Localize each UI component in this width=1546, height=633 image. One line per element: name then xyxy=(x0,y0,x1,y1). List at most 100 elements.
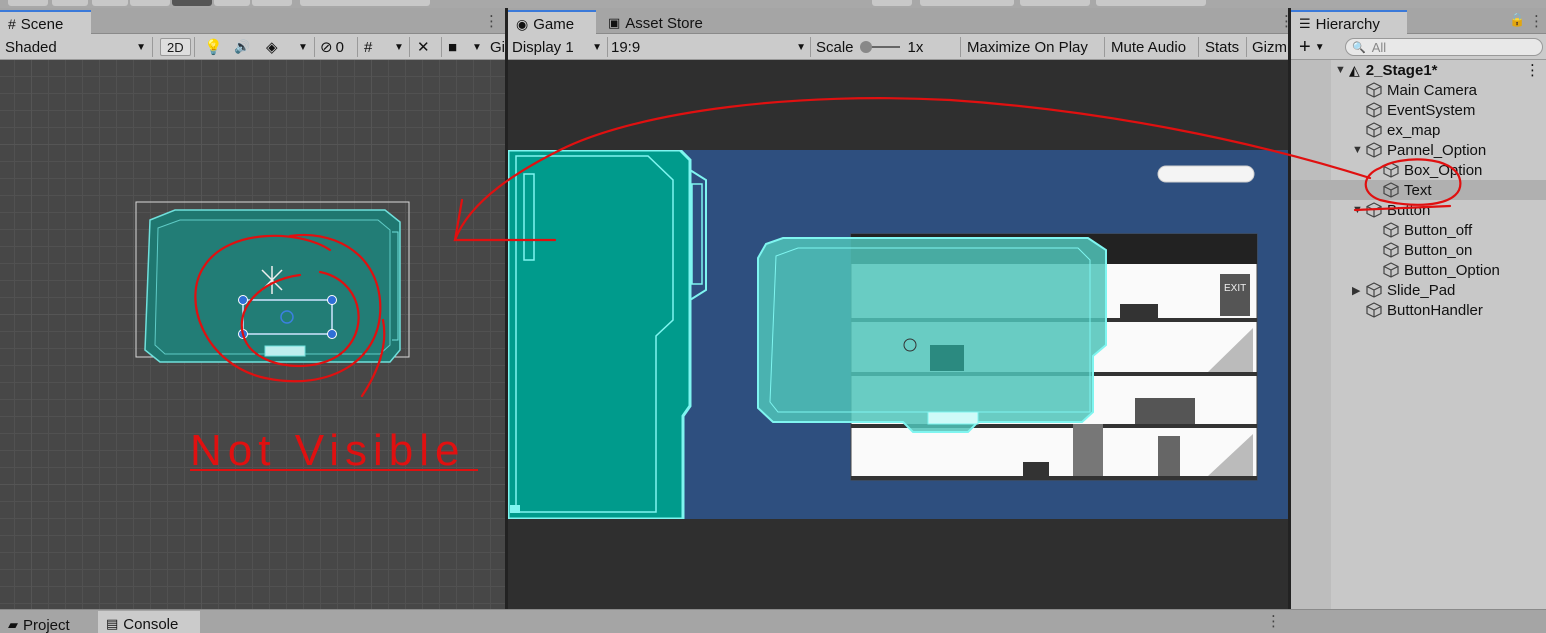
scene-menu-kebab[interactable]: ⋮ xyxy=(1525,61,1540,79)
hierarchy-item-label: EventSystem xyxy=(1387,101,1476,119)
toolbar-button[interactable] xyxy=(214,0,250,6)
camera-dropdown-icon[interactable]: ▼ xyxy=(472,34,482,60)
toolbar-button[interactable] xyxy=(920,0,1014,6)
hierarchy-tree: ▼ ◭ 2_Stage1* ⋮ Main Camera EventSystem … xyxy=(1291,60,1546,320)
grid-dropdown-icon[interactable]: ▼ xyxy=(394,34,404,60)
maximize-on-play-button[interactable]: Maximize On Play xyxy=(967,34,1088,60)
effects-dropdown-icon[interactable]: ▼ xyxy=(298,34,308,60)
list-icon: ☰ xyxy=(1299,16,1311,31)
collapse-arrow-icon[interactable]: ▶ xyxy=(1352,284,1360,297)
scene-gizmos-label: Gi xyxy=(490,38,505,56)
toolbar-button[interactable] xyxy=(52,0,88,6)
game-tab-bar: ◉ Game ▣ Asset Store ⋮ xyxy=(508,8,1294,34)
tab-scene[interactable]: # Scene xyxy=(0,10,91,34)
toolbar-button[interactable] xyxy=(130,0,170,6)
gamepad-icon: ◉ xyxy=(516,15,529,32)
scene-viewport[interactable] xyxy=(0,60,505,609)
tools-icon[interactable]: ✕ xyxy=(417,34,430,60)
toolbar-button[interactable] xyxy=(1096,0,1206,6)
tab-asset-store[interactable]: ▣ Asset Store xyxy=(600,10,720,34)
hierarchy-item-buttonhandler[interactable]: ButtonHandler xyxy=(1291,300,1546,320)
hierarchy-search-input[interactable]: 🔍 All xyxy=(1345,38,1543,56)
scene-root-row[interactable]: ▼ ◭ 2_Stage1* ⋮ xyxy=(1291,60,1546,80)
toolbar-button[interactable] xyxy=(92,0,128,6)
grid-icon: # xyxy=(8,16,16,32)
hierarchy-item-ex-map[interactable]: ex_map xyxy=(1291,120,1546,140)
hidden-objects-toggle[interactable]: ⊘ 0 xyxy=(320,34,344,60)
hierarchy-item-label: ButtonHandler xyxy=(1387,301,1483,319)
stats-label: Stats xyxy=(1205,38,1240,56)
audio-icon[interactable]: 🔊 xyxy=(234,34,250,60)
tab-console[interactable]: ▤ Console xyxy=(98,611,200,633)
display-label: Display 1 xyxy=(512,38,574,56)
tab-console-label: Console xyxy=(123,615,179,633)
gameobject-icon xyxy=(1383,242,1399,258)
gameobject-icon xyxy=(1366,82,1382,98)
gameobject-icon xyxy=(1366,202,1382,218)
camera-icon[interactable]: ■ xyxy=(448,34,457,60)
display-dropdown[interactable]: Display 1 ▼ xyxy=(512,34,606,60)
scene-menu-icon[interactable]: ⋮ xyxy=(484,12,499,30)
tab-project[interactable]: ▰ Project xyxy=(0,612,96,633)
eye-slash-icon: ⊘ xyxy=(320,39,333,56)
toolbar-button[interactable] xyxy=(872,0,912,6)
hierarchy-item-label: Text xyxy=(1404,181,1432,199)
hierarchy-item-button-option[interactable]: Button_Option xyxy=(1291,260,1546,280)
toolbar-button[interactable] xyxy=(172,0,212,6)
tab-game[interactable]: ◉ Game xyxy=(508,10,596,34)
hierarchy-item-button-on[interactable]: Button_on xyxy=(1291,240,1546,260)
search-placeholder: All xyxy=(1371,39,1387,55)
slider-track[interactable] xyxy=(859,41,900,53)
lighting-icon[interactable]: 💡 xyxy=(204,34,223,60)
hierarchy-item-main-camera[interactable]: Main Camera xyxy=(1291,80,1546,100)
aspect-label: 19:9 xyxy=(611,38,641,56)
aspect-dropdown[interactable]: 19:9 ▼ xyxy=(611,34,806,60)
chevron-down-icon: ▼ xyxy=(796,41,806,53)
hierarchy-item-box-option[interactable]: Box_Option xyxy=(1291,160,1546,180)
hierarchy-item-text[interactable]: Text xyxy=(1291,180,1546,200)
expand-arrow-icon[interactable]: ▼ xyxy=(1352,144,1363,156)
hierarchy-item-button[interactable]: ▼ Button xyxy=(1291,200,1546,220)
hierarchy-item-button-off[interactable]: Button_off xyxy=(1291,220,1546,240)
stats-button[interactable]: Stats xyxy=(1205,34,1239,60)
hierarchy-item-label: Button xyxy=(1387,201,1431,219)
scale-label: Scale xyxy=(816,38,854,56)
hierarchy-item-label: Button_on xyxy=(1404,241,1473,259)
scene-name: 2_Stage1* xyxy=(1365,61,1438,79)
scale-slider[interactable]: Scale 1x xyxy=(816,34,923,60)
hierarchy-item-slide-pad[interactable]: ▶ Slide_Pad xyxy=(1291,280,1546,300)
game-gizmos-label: Gizm xyxy=(1252,38,1287,56)
shopping-bag-icon: ▣ xyxy=(608,15,621,30)
game-viewport[interactable]: EXIT xyxy=(508,60,1288,609)
hierarchy-item-eventsystem[interactable]: EventSystem xyxy=(1291,100,1546,120)
toolbar-button[interactable] xyxy=(252,0,292,6)
expand-arrow-icon[interactable]: ▼ xyxy=(1352,204,1363,216)
shading-mode-label: Shaded xyxy=(5,38,57,56)
lock-icon[interactable]: 🔒 xyxy=(1509,12,1525,28)
toolbar-button[interactable] xyxy=(1020,0,1090,6)
maximize-label: Maximize On Play xyxy=(967,38,1088,56)
toggle-2d-button[interactable]: 2D xyxy=(160,38,191,56)
tab-hierarchy-label: Hierarchy xyxy=(1315,15,1380,33)
toolbar-button[interactable] xyxy=(300,0,430,6)
slider-thumb[interactable] xyxy=(859,41,872,53)
expand-arrow-icon[interactable]: ▼ xyxy=(1335,64,1346,76)
mute-audio-button[interactable]: Mute Audio xyxy=(1111,34,1186,60)
bottom-menu-icon[interactable]: ⋮ xyxy=(1266,612,1281,630)
gameobject-icon xyxy=(1383,182,1399,198)
scene-gizmos-button[interactable]: Gi xyxy=(490,34,505,60)
rect-handle xyxy=(238,295,248,305)
toolbar-button[interactable] xyxy=(8,0,48,6)
tab-hierarchy[interactable]: ☰ Hierarchy xyxy=(1291,10,1407,34)
hierarchy-item-pannel-option[interactable]: ▼ Pannel_Option xyxy=(1291,140,1546,160)
create-button[interactable]: + ▼ xyxy=(1299,34,1325,60)
bottom-tab-bar: ▰ Project ▤ Console ⋮ xyxy=(0,609,1546,633)
hierarchy-menu-icon[interactable]: ⋮ xyxy=(1529,12,1544,30)
effects-icon[interactable]: ◈ xyxy=(266,34,278,60)
game-gizmos-button[interactable]: Gizm xyxy=(1252,34,1287,60)
hierarchy-item-label: Box_Option xyxy=(1404,161,1483,179)
tab-asset-store-label: Asset Store xyxy=(625,14,703,32)
tab-project-label: Project xyxy=(23,616,70,633)
grid-snap-icon[interactable]: # xyxy=(364,34,372,60)
shading-mode-dropdown[interactable]: Shaded ▼ xyxy=(5,34,150,60)
